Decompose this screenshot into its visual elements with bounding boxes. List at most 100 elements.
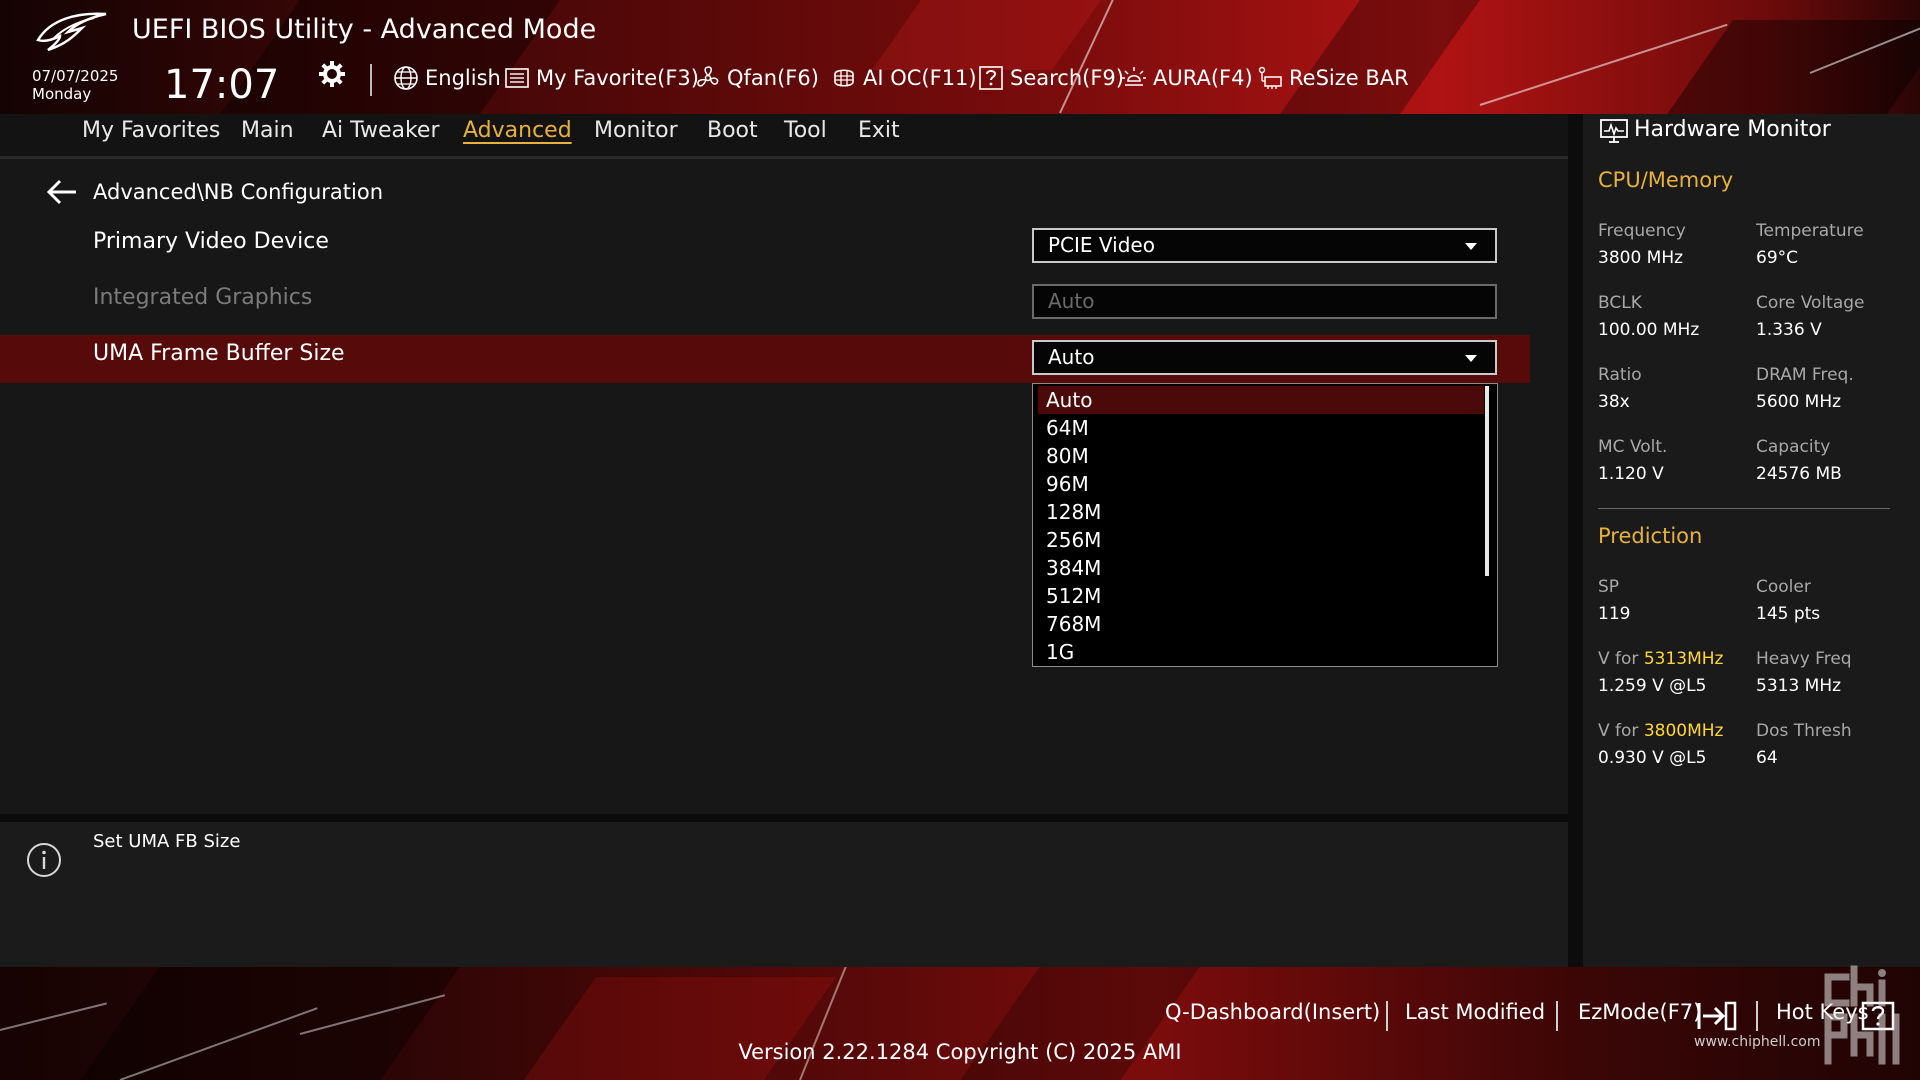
v-for-prefix: V for <box>1598 649 1639 669</box>
help-description: Set UMA FB Size <box>93 831 241 852</box>
menu-tab-monitor[interactable]: Monitor <box>594 114 678 148</box>
dropdown-option-64m[interactable]: 64M <box>1038 414 1484 442</box>
last-modified-button[interactable]: Last Modified <box>1405 1000 1545 1024</box>
cooler-label: Cooler <box>1756 577 1811 597</box>
ai-oc-button[interactable]: AI OC(F11) <box>831 62 977 94</box>
back-arrow-icon[interactable] <box>46 178 78 206</box>
version-text: Version 2.22.1284 Copyright (C) 2025 AMI <box>738 1040 1182 1064</box>
ai-oc-label: AI OC(F11) <box>863 66 977 90</box>
footer-separator <box>1556 1001 1558 1031</box>
dropdown-option-128m[interactable]: 128M <box>1038 498 1484 526</box>
v-for-value-1: 1.259 V @L5 <box>1598 676 1707 696</box>
dos-thresh-label: Dos Thresh <box>1756 721 1852 741</box>
menu-tab-advanced[interactable]: Advanced <box>463 114 572 148</box>
resize-bar-button[interactable]: ReSize BAR <box>1257 62 1409 94</box>
capacity-value: 24576 MB <box>1756 464 1842 484</box>
info-icon <box>27 843 61 877</box>
heavy-freq-value: 5313 MHz <box>1756 676 1842 696</box>
language-label: English <box>425 66 501 90</box>
search-question-icon <box>979 66 1003 90</box>
rog-logo-icon <box>36 12 107 52</box>
dropdown-option-1g[interactable]: 1G <box>1038 638 1484 666</box>
capacity-label: Capacity <box>1756 437 1831 457</box>
hardware-monitor-gap <box>1568 114 1583 967</box>
search-label: Search(F9) <box>1010 66 1124 90</box>
language-button[interactable]: English <box>393 62 501 94</box>
favorite-list-icon <box>505 68 529 88</box>
dropdown-caret-icon <box>1465 243 1477 250</box>
search-button[interactable]: Search(F9) <box>978 62 1124 94</box>
sp-label: SP <box>1598 577 1620 597</box>
gear-icon[interactable] <box>318 60 346 88</box>
v-for-frequency-2: 3800MHz <box>1643 721 1724 741</box>
v-for-label-1: V for 5313MHz <box>1598 649 1723 669</box>
chiphell-watermark-logo <box>1824 965 1900 1065</box>
aura-label: AURA(F4) <box>1153 66 1253 90</box>
ezmode-button[interactable]: EzMode(F7) <box>1578 1000 1701 1024</box>
bios-screen: UEFI BIOS Utility - Advanced Mode 07/07/… <box>0 0 1920 1080</box>
menu-tab-boot[interactable]: Boot <box>707 114 758 148</box>
bclk-value: 100.00 MHz <box>1598 320 1700 340</box>
qfan-label: Qfan(F6) <box>727 66 819 90</box>
dropdown-option-96m[interactable]: 96M <box>1038 470 1484 498</box>
weekday-text: Monday <box>32 85 92 103</box>
ratio-label: Ratio <box>1598 365 1642 385</box>
dropdown-option-512m[interactable]: 512M <box>1038 582 1484 610</box>
menu-tab-ai-tweaker[interactable]: Ai Tweaker <box>322 114 440 148</box>
globe-icon <box>394 66 418 90</box>
my-favorite-label: My Favorite(F3) <box>536 66 699 90</box>
menu-tab-my-favorites[interactable]: My Favorites <box>82 114 220 148</box>
toolbar-separator <box>370 64 372 96</box>
app-title: UEFI BIOS Utility - Advanced Mode <box>132 14 597 45</box>
uma-frame-buffer-size-select[interactable]: Auto <box>1032 340 1497 375</box>
menu-tab-main[interactable]: Main <box>241 114 294 148</box>
aura-button[interactable]: AURA(F4) <box>1121 62 1253 94</box>
help-panel-separator <box>0 814 1568 822</box>
v-for-frequency-1: 5313MHz <box>1643 649 1724 669</box>
core-voltage-label: Core Voltage <box>1756 293 1865 313</box>
ai-chip-icon <box>834 69 854 87</box>
v-for-label-2: V for 3800MHz <box>1598 721 1723 741</box>
q-dashboard-button[interactable]: Q-Dashboard(Insert) <box>1165 1000 1380 1024</box>
header-decoration <box>871 0 1109 70</box>
ezmode-exit-icon[interactable] <box>1697 1001 1737 1031</box>
footer-decoration <box>0 1002 107 1031</box>
cpu-memory-heading: CPU/Memory <box>1598 168 1734 192</box>
menu-tab-exit[interactable]: Exit <box>858 114 900 148</box>
setting-label-uma-frame-buffer-size: UMA Frame Buffer Size <box>93 341 345 366</box>
resize-bar-icon <box>1258 66 1282 89</box>
hardware-monitor-divider <box>1598 508 1890 509</box>
setting-label-integrated-graphics: Integrated Graphics <box>93 285 313 310</box>
select-value: Auto <box>1048 289 1095 313</box>
dropdown-scrollbar[interactable] <box>1485 386 1489 576</box>
my-favorite-button[interactable]: My Favorite(F3) <box>504 62 699 94</box>
primary-video-device-select[interactable]: PCIE Video <box>1032 228 1497 263</box>
footer-decoration <box>523 977 837 1080</box>
dropdown-option-768m[interactable]: 768M <box>1038 610 1484 638</box>
date-display: 07/07/2025 Monday <box>32 67 118 103</box>
frequency-label: Frequency <box>1598 221 1686 241</box>
dropdown-option-auto[interactable]: Auto <box>1038 386 1484 414</box>
breadcrumb: Advanced\NB Configuration <box>93 180 384 204</box>
dram-freq-label: DRAM Freq. <box>1756 365 1854 385</box>
dos-thresh-value: 64 <box>1756 748 1778 768</box>
footer-separator <box>1386 1001 1388 1031</box>
footer-separator <box>1756 1001 1758 1031</box>
v-for-value-2: 0.930 V @L5 <box>1598 748 1707 768</box>
setting-label-primary-video-device: Primary Video Device <box>93 229 329 254</box>
watermark-url: www.chiphell.com <box>1694 1034 1821 1050</box>
heavy-freq-label: Heavy Freq <box>1756 649 1852 669</box>
uma-size-dropdown-list[interactable]: Auto 64M 80M 96M 128M 256M 384M 512M 768… <box>1032 383 1498 667</box>
header-decoration <box>1667 20 1920 114</box>
mc-volt-label: MC Volt. <box>1598 437 1668 457</box>
menu-tab-tool[interactable]: Tool <box>784 114 827 148</box>
dropdown-option-80m[interactable]: 80M <box>1038 442 1484 470</box>
date-text: 07/07/2025 <box>32 67 119 85</box>
aura-light-icon <box>1122 67 1146 86</box>
sp-value: 119 <box>1598 604 1631 624</box>
frequency-value: 3800 MHz <box>1598 248 1684 268</box>
qfan-button[interactable]: Qfan(F6) <box>695 62 819 94</box>
dropdown-option-384m[interactable]: 384M <box>1038 554 1484 582</box>
temperature-label: Temperature <box>1756 221 1864 241</box>
dropdown-option-256m[interactable]: 256M <box>1038 526 1484 554</box>
